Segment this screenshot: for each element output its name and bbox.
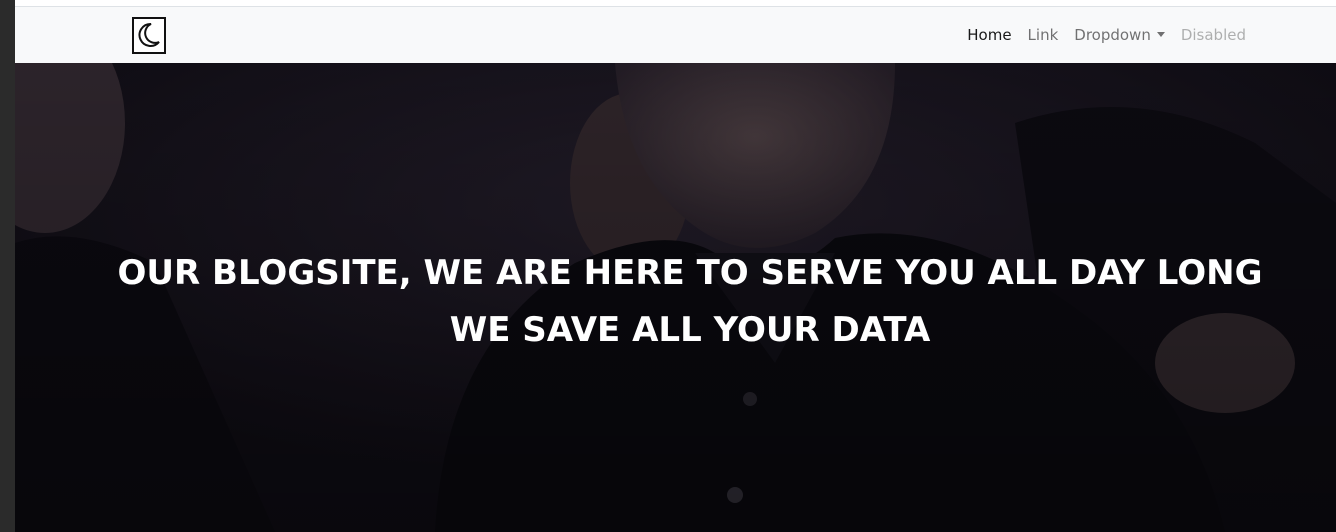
nav-link-disabled: Disabled: [1180, 26, 1246, 44]
brand-logo[interactable]: [132, 17, 166, 54]
navbar: Home Link Dropdown Disabled: [15, 7, 1336, 63]
nav-link-home[interactable]: Home: [959, 26, 1019, 44]
browser-page: Home Link Dropdown Disabled OUR BLOGSITE…: [15, 0, 1336, 532]
moon-icon: [138, 22, 160, 47]
hero-banner: OUR BLOGSITE, WE ARE HERE TO SERVE YOU A…: [15, 63, 1336, 532]
hero-headline-line-1: OUR BLOGSITE, WE ARE HERE TO SERVE YOU A…: [117, 253, 1263, 293]
top-strip: [15, 0, 1336, 7]
hero-headline-line-2: WE SAVE ALL YOUR DATA: [449, 310, 931, 350]
hero-headline: OUR BLOGSITE, WE ARE HERE TO SERVE YOU A…: [15, 245, 1336, 359]
nav-dropdown-toggle[interactable]: Dropdown: [1066, 26, 1173, 44]
nav-dropdown-label: Dropdown: [1074, 26, 1151, 44]
caret-down-icon: [1156, 32, 1165, 37]
nav-menu: Home Link Dropdown Disabled: [959, 7, 1254, 63]
nav-link-link[interactable]: Link: [1020, 26, 1067, 44]
